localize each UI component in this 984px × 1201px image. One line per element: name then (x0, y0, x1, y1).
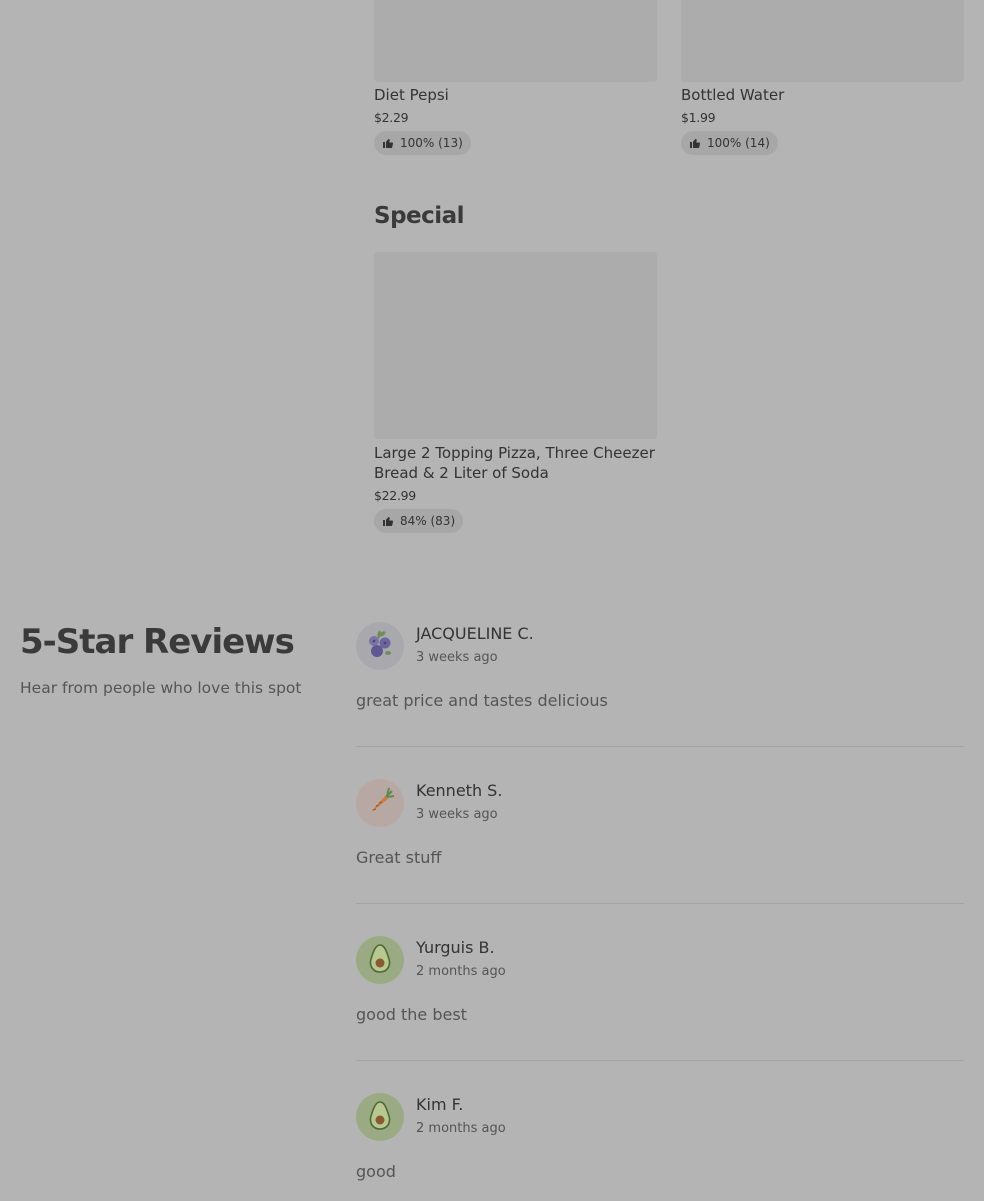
review-item: JACQUELINE C. 3 weeks ago great price an… (356, 622, 964, 747)
item-name: Diet Pepsi (374, 86, 449, 104)
avatar (356, 1093, 404, 1141)
item-price: $2.29 (374, 110, 409, 125)
review-text: great price and tastes delicious (356, 691, 608, 710)
rating-badge: 84% (83) (374, 509, 464, 533)
item-price: $1.99 (681, 110, 716, 125)
avocado-icon (363, 1098, 397, 1136)
reviews-subheading: Hear from people who love this spot (20, 679, 302, 697)
menu-item-card[interactable]: Bottled Water $1.99 100% (14) (681, 0, 964, 160)
avocado-icon (363, 941, 397, 979)
rating-badge: 100% (14) (681, 131, 778, 155)
review-time: 3 weeks ago (416, 807, 498, 822)
menu-item-card[interactable]: Diet Pepsi $2.29 100% (13) (374, 0, 657, 160)
review-item: Kenneth S. 3 weeks ago Great stuff (356, 779, 964, 904)
rating-text: 100% (13) (400, 136, 463, 150)
avatar (356, 936, 404, 984)
rating-text: 100% (14) (707, 136, 770, 150)
avatar (356, 779, 404, 827)
item-name: Bottled Water (681, 86, 785, 104)
reviewer-name: Kim F. (416, 1095, 464, 1114)
item-image (681, 0, 964, 82)
divider (356, 903, 964, 904)
item-name: Large 2 Topping Pizza, Three Cheezer Bre… (374, 443, 664, 483)
thumbs-up-icon (382, 137, 394, 149)
review-time: 3 weeks ago (416, 650, 498, 665)
thumbs-up-icon (689, 137, 701, 149)
blueberry-icon (363, 627, 397, 665)
reviewer-name: JACQUELINE C. (416, 624, 534, 643)
review-text: good (356, 1162, 396, 1181)
divider (356, 746, 964, 747)
avatar (356, 622, 404, 670)
item-image (374, 252, 657, 439)
rating-text: 84% (83) (400, 514, 456, 528)
item-price: $22.99 (374, 488, 416, 503)
item-name-line: Bread & 2 Liter of Soda (374, 464, 549, 482)
carrot-icon (363, 784, 397, 822)
rating-badge: 100% (13) (374, 131, 471, 155)
item-name-line: Large 2 Topping Pizza, Three Cheezer (374, 444, 655, 462)
review-time: 2 months ago (416, 964, 506, 979)
section-title-special: Special (374, 203, 465, 229)
divider (356, 1060, 964, 1061)
menu-item-card[interactable]: Large 2 Topping Pizza, Three Cheezer Bre… (374, 252, 657, 537)
review-item: Yurguis B. 2 months ago good the best (356, 936, 964, 1061)
review-text: good the best (356, 1005, 467, 1024)
review-text: Great stuff (356, 848, 442, 867)
review-time: 2 months ago (416, 1121, 506, 1136)
item-image (374, 0, 657, 82)
reviews-heading: 5-Star Reviews (20, 622, 295, 662)
reviewer-name: Kenneth S. (416, 781, 503, 800)
review-item: Kim F. 2 months ago good (356, 1093, 964, 1201)
thumbs-up-icon (382, 515, 394, 527)
reviewer-name: Yurguis B. (416, 938, 495, 957)
